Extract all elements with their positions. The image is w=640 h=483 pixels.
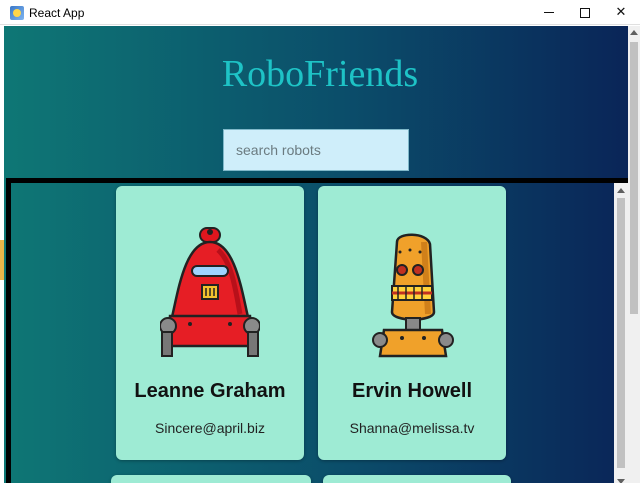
red-robot-icon <box>160 227 260 357</box>
robot-card-partial[interactable] <box>323 475 511 483</box>
minimize-icon <box>544 12 554 13</box>
robots-scroll-panel[interactable]: Leanne Graham Sincere@april.biz Ervin Ho… <box>6 178 628 483</box>
scrollbar-thumb[interactable] <box>630 42 638 314</box>
window-title: React App <box>29 6 85 20</box>
minimize-button[interactable] <box>530 0 568 25</box>
scroll-up-icon[interactable] <box>617 188 625 193</box>
search-input[interactable] <box>223 129 409 171</box>
robot-card[interactable]: Leanne Graham Sincere@april.biz <box>116 186 304 460</box>
robot-email: Shanna@melissa.tv <box>349 420 475 436</box>
page-title: RoboFriends <box>221 53 419 95</box>
close-icon: ✕ <box>615 5 627 20</box>
scrollbar-thumb[interactable] <box>617 198 625 468</box>
orange-robot-icon <box>372 233 454 358</box>
maximize-icon <box>580 7 590 18</box>
robot-card[interactable]: Ervin Howell Shanna@melissa.tv <box>318 186 506 460</box>
cards-scrollbar[interactable] <box>614 183 628 483</box>
window-scrollbar[interactable] <box>628 26 640 483</box>
maximize-button[interactable] <box>566 0 604 25</box>
scroll-down-icon[interactable] <box>617 479 625 483</box>
app-viewport: RoboFriends Leanne Graham Sincere@ap <box>4 26 628 483</box>
scroll-up-icon[interactable] <box>630 30 638 35</box>
robot-name: Leanne Graham <box>134 380 286 402</box>
window-titlebar: React App ✕ <box>0 0 640 25</box>
robot-card-partial[interactable] <box>111 475 311 483</box>
robot-name: Ervin Howell <box>351 380 473 402</box>
close-button[interactable]: ✕ <box>602 0 640 25</box>
robot-email: Sincere@april.biz <box>155 420 265 436</box>
app-icon <box>10 6 24 20</box>
